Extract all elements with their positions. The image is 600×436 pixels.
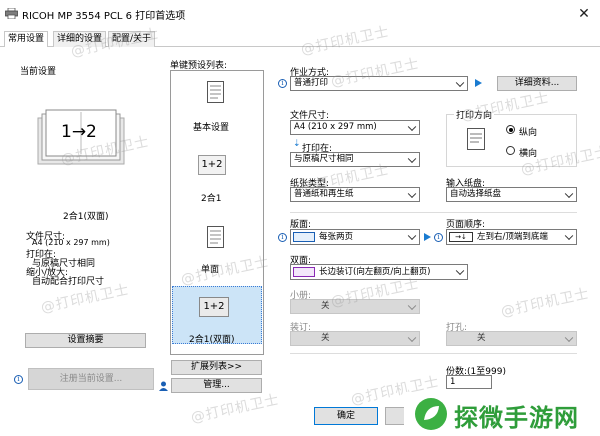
brand-logo: 探微手游网: [404, 392, 600, 436]
portrait-radio[interactable]: [506, 125, 515, 134]
page-order-icon: →↓: [449, 232, 473, 242]
ok-button[interactable]: 确定: [314, 407, 378, 425]
preset-item-basic[interactable]: 基本设置: [171, 71, 263, 141]
2in1-icon: 1+2: [198, 155, 226, 175]
manage-button[interactable]: 管理...: [171, 378, 262, 393]
info-icon: i: [278, 79, 287, 88]
landscape-radio[interactable]: [506, 146, 515, 155]
tab-common-settings[interactable]: 常用设置: [4, 31, 49, 48]
user-icon: [159, 381, 168, 391]
input-tray-select[interactable]: 自动选择纸盘: [446, 187, 577, 202]
preset-item-label: 2合1(双面): [189, 335, 235, 345]
arrow-right-icon: [475, 79, 482, 87]
preset-item-label: 2合1: [201, 194, 222, 204]
staple-select[interactable]: 关: [290, 331, 420, 346]
preset-item-2in1[interactable]: 1+2 2合1: [171, 145, 263, 210]
punch-select[interactable]: 关: [446, 331, 577, 346]
preset-item-2in1-duplex[interactable]: 1+2 2合1(双面): [172, 286, 262, 345]
register-current-button[interactable]: 注册当前设置...: [28, 368, 154, 390]
document-icon: [207, 81, 224, 103]
doc-size-select[interactable]: A4 (210 x 297 mm): [290, 120, 420, 135]
separator: [290, 353, 577, 354]
info-icon: i: [278, 233, 287, 242]
window-title: RICOH MP 3554 PCL 6 打印首选项: [22, 11, 186, 22]
two-pages-icon: [293, 232, 315, 242]
2in1-duplex-icon: 1+2: [199, 297, 229, 317]
doc-size-detail-value: A4 (210 x 297 mm): [32, 238, 110, 247]
layout-select[interactable]: 每张两页: [290, 229, 420, 245]
settings-summary-button[interactable]: 设置摘要: [25, 333, 146, 348]
arrow-right-icon: [424, 233, 431, 241]
separator: [290, 212, 577, 213]
portrait-radio-label: 纵向: [519, 128, 538, 138]
copies-input[interactable]: 1: [446, 375, 492, 389]
info-icon: i: [14, 375, 23, 384]
arrow-down-icon: ⇣: [293, 139, 301, 149]
printer-icon: [5, 8, 18, 19]
document-icon: [207, 226, 224, 248]
expand-list-button[interactable]: 扩展列表>>: [171, 360, 262, 375]
portrait-document-icon: [467, 128, 485, 150]
leaf-logo-icon: [415, 398, 447, 430]
duplex-select[interactable]: 长边装订(向左翻页/向上翻页): [290, 264, 468, 280]
current-settings-heading: 当前设置: [20, 67, 57, 77]
duplex-book-icon: [293, 267, 315, 277]
preset-item-label: 基本设置: [193, 123, 230, 133]
current-caption: 2合1(双面): [63, 212, 109, 222]
brand-logo-text: 探微手游网: [454, 404, 579, 432]
preview-glyph: 1→2: [61, 122, 97, 142]
info-icon: i: [434, 233, 443, 242]
close-icon[interactable]: ✕: [574, 4, 594, 24]
page-order-select[interactable]: →↓ 左到右/顶端到底端: [446, 229, 577, 245]
